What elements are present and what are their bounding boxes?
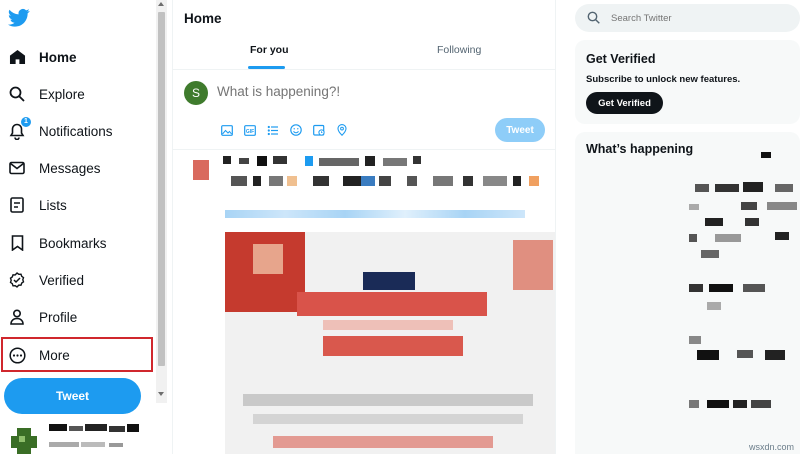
sidebar-item-label: Notifications (39, 123, 113, 139)
sidebar-item-profile[interactable]: Profile (8, 302, 154, 332)
sidebar-item-label: Home (39, 49, 77, 65)
sidebar-item-home[interactable]: Home (8, 42, 154, 72)
tab-for-you[interactable]: For you (250, 44, 289, 56)
avatar (11, 428, 37, 454)
emoji-icon[interactable] (288, 124, 303, 136)
sidebar-item-bookmarks[interactable]: Bookmarks (8, 228, 154, 258)
highlight-box (1, 337, 153, 372)
sidebar-item-label: Explore (39, 86, 85, 102)
location-icon[interactable] (334, 124, 349, 136)
card-subtitle: Subscribe to unlock new features. (586, 74, 741, 85)
sidebar: Home Explore 1 Notifications Messages Li… (0, 0, 170, 454)
image-icon[interactable] (219, 124, 234, 136)
search-icon (8, 85, 26, 103)
tab-following[interactable]: Following (437, 44, 481, 56)
post-tweet-button[interactable]: Tweet (495, 118, 545, 142)
bell-icon: 1 (8, 117, 31, 140)
account-switcher[interactable] (9, 420, 159, 454)
gif-icon[interactable]: GIF (242, 124, 257, 136)
sidebar-item-lists[interactable]: Lists (8, 190, 154, 220)
sidebar-item-explore[interactable]: Explore (8, 79, 154, 109)
sidebar-item-label: Messages (39, 160, 101, 176)
notification-badge: 1 (21, 117, 31, 127)
compose-input[interactable] (217, 84, 517, 99)
sidebar-item-label: Profile (39, 309, 78, 325)
person-icon (8, 308, 26, 326)
whats-happening-card: What’s happening (575, 132, 800, 454)
bookmark-icon (8, 234, 26, 252)
scrollbar-thumb[interactable] (158, 12, 165, 366)
main-timeline: Home For you Following S GIF Tweet (172, 0, 556, 454)
scroll-down-arrow-icon[interactable] (158, 392, 164, 396)
divider (173, 149, 555, 150)
envelope-icon (8, 159, 26, 177)
svg-text:GIF: GIF (245, 128, 253, 134)
search-box[interactable] (575, 4, 800, 32)
divider (173, 69, 555, 70)
sidebar-item-label: Lists (39, 197, 67, 213)
poll-icon[interactable] (265, 124, 280, 136)
card-title: What’s happening (586, 142, 694, 156)
home-icon (8, 48, 26, 66)
get-verified-card: Get Verified Subscribe to unlock new fea… (575, 40, 800, 124)
page-title: Home (184, 11, 222, 26)
schedule-icon[interactable] (311, 124, 326, 136)
card-title: Get Verified (586, 52, 656, 66)
search-input[interactable] (611, 12, 781, 24)
sidebar-item-label: Verified (39, 272, 85, 288)
tweet-button[interactable]: Tweet (4, 378, 141, 414)
search-icon (587, 11, 601, 25)
sidebar-item-verified[interactable]: Verified (8, 265, 154, 295)
watermark: wsxdn.com (748, 442, 794, 452)
get-verified-button[interactable]: Get Verified (586, 92, 663, 114)
sidebar-item-notifications[interactable]: 1 Notifications (8, 116, 154, 146)
sidebar-item-label: Bookmarks (39, 235, 107, 251)
compose-toolbar: GIF (219, 124, 349, 136)
right-sidebar: Get Verified Subscribe to unlock new fea… (566, 0, 800, 454)
scroll-up-arrow-icon[interactable] (158, 2, 164, 6)
verified-icon (8, 271, 26, 289)
sidebar-scrollbar[interactable] (156, 0, 167, 403)
sidebar-item-messages[interactable]: Messages (8, 153, 154, 183)
list-icon (8, 196, 26, 214)
twitter-bird-icon[interactable] (8, 8, 30, 28)
compose-avatar[interactable]: S (184, 81, 208, 105)
